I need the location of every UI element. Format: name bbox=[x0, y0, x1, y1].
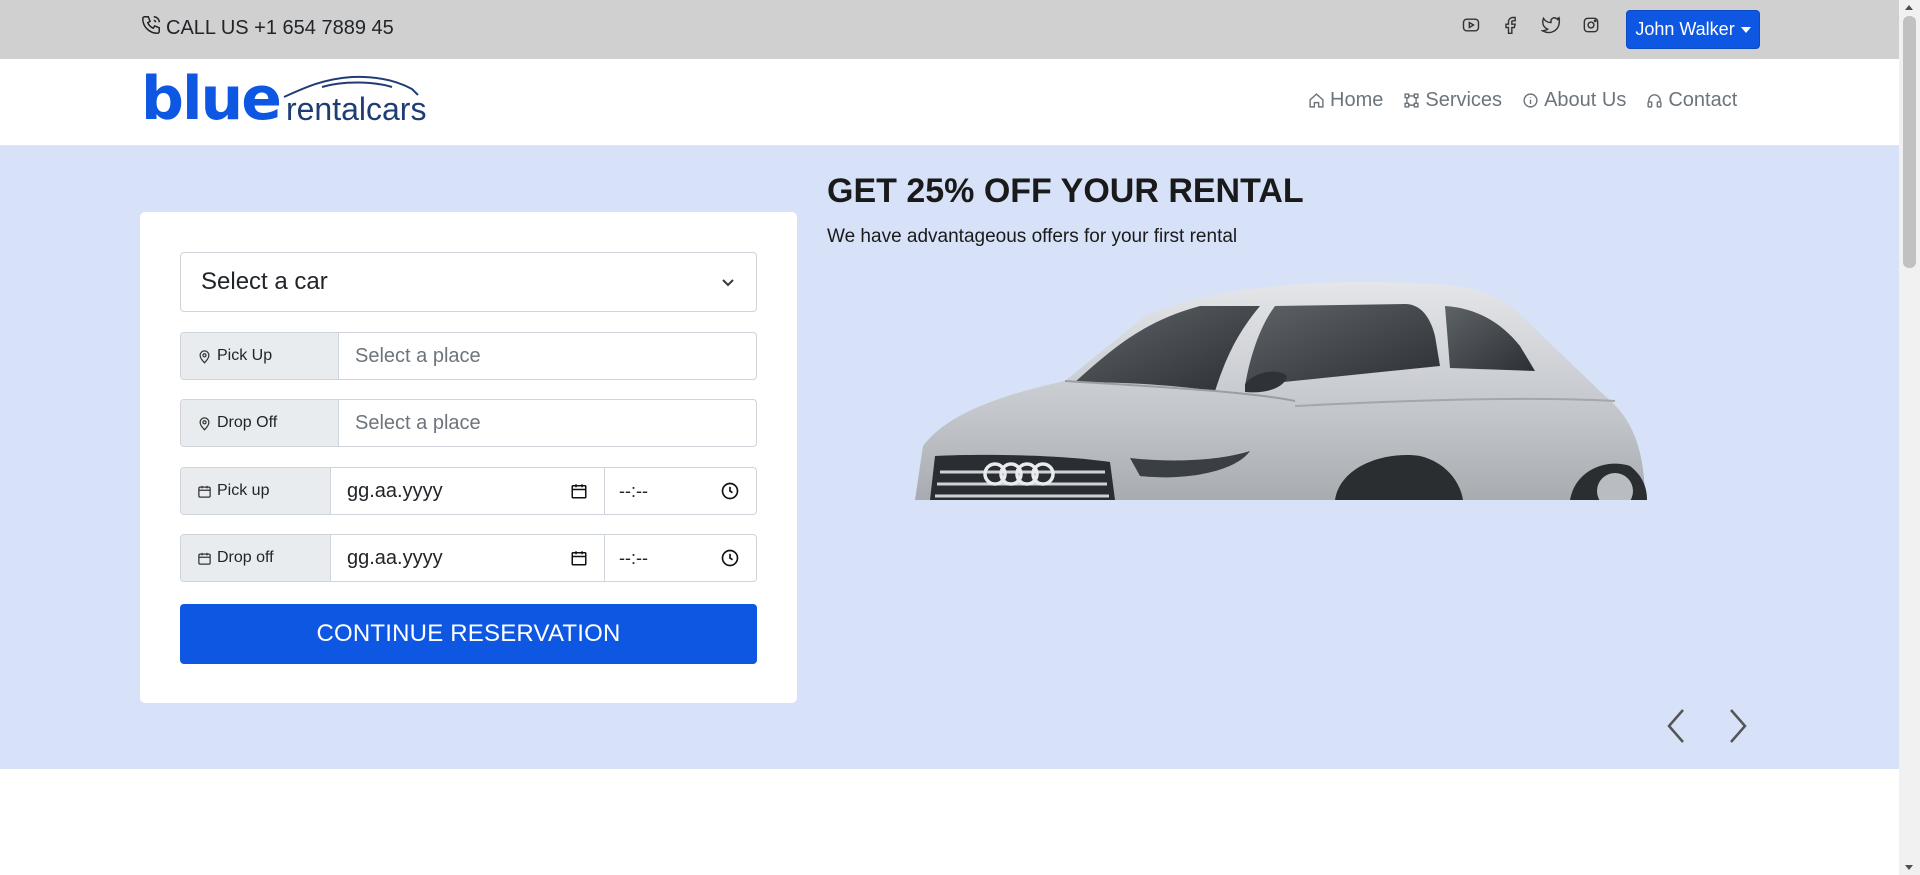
car-select[interactable]: Select a car bbox=[180, 252, 757, 312]
home-icon bbox=[1309, 93, 1324, 108]
logo-word-rentalcars: rentalcars bbox=[283, 75, 426, 125]
chevron-left-icon bbox=[1667, 709, 1684, 743]
dropoff-time-input[interactable]: --:-- bbox=[605, 535, 756, 581]
pickup-place-input[interactable]: Select a place bbox=[339, 333, 756, 379]
logo-word-blue: blue bbox=[141, 64, 282, 134]
nav-item-contact[interactable]: Contact bbox=[1646, 89, 1737, 112]
scroll-up-arrow-icon[interactable] bbox=[1905, 5, 1913, 10]
location-pin-icon bbox=[199, 416, 210, 431]
logo[interactable]: blue rentalcars bbox=[141, 69, 426, 129]
continue-reservation-button[interactable]: CONTINUE RESERVATION bbox=[180, 604, 757, 664]
scrollbar-thumb[interactable] bbox=[1903, 16, 1916, 268]
location-pin-icon bbox=[199, 349, 210, 364]
dropoff-place-input[interactable]: Select a place bbox=[339, 400, 756, 446]
nav-item-home[interactable]: Home bbox=[1308, 89, 1383, 112]
phone-icon bbox=[140, 14, 162, 42]
clock-icon bbox=[721, 482, 739, 500]
pickup-date-input[interactable]: gg.aa.yyyy bbox=[331, 468, 605, 514]
promo-title: GET 25% OFF YOUR RENTAL bbox=[827, 172, 1304, 210]
caret-down-icon bbox=[1740, 26, 1751, 33]
info-icon bbox=[1523, 93, 1538, 108]
nav-item-about[interactable]: About Us bbox=[1522, 89, 1626, 112]
nav-menu: Home Services About Us Contact bbox=[1308, 89, 1737, 112]
calendar-icon bbox=[198, 485, 211, 498]
page-scrollbar[interactable] bbox=[1899, 0, 1920, 875]
call-us: CALL US +1 654 7889 45 bbox=[140, 14, 394, 42]
dropoff-place-group: Drop Off Select a place bbox=[180, 399, 757, 447]
services-icon bbox=[1404, 93, 1419, 108]
calendar-icon bbox=[571, 551, 587, 566]
reservation-form: Select a car Pick Up Select a place Drop… bbox=[140, 212, 797, 703]
social-links bbox=[1460, 14, 1602, 36]
dropoff-place-label: Drop Off bbox=[181, 400, 339, 446]
pickup-time-input[interactable]: --:-- bbox=[605, 468, 756, 514]
dropoff-date-label: Drop off bbox=[181, 535, 331, 581]
calendar-icon bbox=[571, 484, 587, 499]
top-bar: CALL US +1 654 7889 45 John Walker bbox=[0, 0, 1899, 59]
pickup-date-label: Pick up bbox=[181, 468, 331, 514]
promo-subtitle: We have advantageous offers for your fir… bbox=[827, 226, 1238, 247]
pickup-place-group: Pick Up Select a place bbox=[180, 332, 757, 380]
twitter-icon[interactable] bbox=[1540, 14, 1562, 36]
dropoff-date-input[interactable]: gg.aa.yyyy bbox=[331, 535, 605, 581]
instagram-icon[interactable] bbox=[1580, 14, 1602, 36]
car-image bbox=[915, 281, 1647, 500]
car-outline-icon bbox=[283, 75, 419, 98]
scroll-down-arrow-icon[interactable] bbox=[1905, 865, 1913, 870]
carousel-prev-button[interactable] bbox=[1661, 706, 1691, 746]
nav-item-services[interactable]: Services bbox=[1403, 89, 1502, 112]
user-menu-button[interactable]: John Walker bbox=[1626, 10, 1760, 49]
hero-section: Select a car Pick Up Select a place Drop… bbox=[0, 146, 1899, 769]
facebook-icon[interactable] bbox=[1500, 14, 1522, 36]
carousel-next-button[interactable] bbox=[1723, 706, 1753, 746]
user-name: John Walker bbox=[1635, 19, 1735, 39]
call-us-text: CALL US +1 654 7889 45 bbox=[166, 16, 394, 39]
calendar-icon bbox=[198, 552, 211, 565]
headphones-icon bbox=[1647, 94, 1662, 108]
clock-icon bbox=[721, 549, 739, 567]
youtube-icon[interactable] bbox=[1460, 14, 1482, 36]
pickup-datetime-group: Pick up gg.aa.yyyy --:-- bbox=[180, 467, 757, 515]
chevron-right-icon bbox=[1730, 709, 1747, 743]
chevron-down-icon bbox=[722, 279, 734, 287]
dropoff-datetime-group: Drop off gg.aa.yyyy --:-- bbox=[180, 534, 757, 582]
pickup-place-label: Pick Up bbox=[181, 333, 339, 379]
main-navbar: blue rentalcars Home Services About Us C… bbox=[0, 59, 1899, 146]
